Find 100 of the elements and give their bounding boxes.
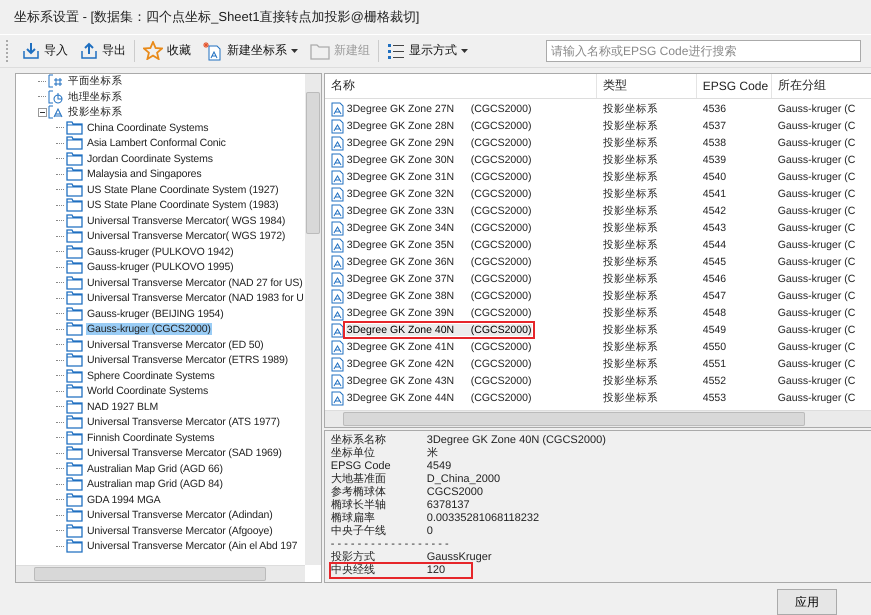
tree-item[interactable]: Universal Transverse Mercator (NAD 27 for US) [86,276,304,289]
tree-item[interactable]: 平面坐标系 [67,74,124,88]
tree-item[interactable]: GDA 1994 MGA [86,494,162,506]
column-header[interactable]: 所在分组 [772,74,871,98]
download-icon [22,42,40,60]
table-cell-text: 投影坐标系 [602,391,659,406]
table-cell[interactable]: 3Degree GK Zone 40N (CGCS2000) [346,324,532,336]
folder-icon [66,120,83,135]
tree-item[interactable]: Malaysia and Singapores [86,168,202,180]
toolbar-button[interactable]: 导出 [76,40,130,62]
table-cell[interactable]: 3Degree GK Zone 29N (CGCS2000) [346,137,532,150]
tree-item[interactable]: Universal Transverse Mercator( WGS 1984) [86,214,286,227]
table-cell[interactable]: 3Degree GK Zone 28N (CGCS2000) [346,120,532,132]
column-header[interactable]: 类型 [596,74,697,98]
table-cell-text: Gauss-kruger (C [776,256,856,268]
tree-item[interactable]: 投影坐标系 [67,105,124,120]
table-cell-text: Gauss-kruger (C [776,137,856,150]
tree-item[interactable]: Universal Transverse Mercator (NAD 1983 for U [86,292,305,304]
property-value: 0.00335281068118232 [426,512,540,525]
tree-item[interactable]: Sphere Coordinate Systems [86,370,216,382]
tree-item[interactable]: Universal Transverse Mercator (Ain el Abd 197 [86,540,298,552]
table-cell[interactable]: 3Degree GK Zone 39N (CGCS2000) [346,307,532,320]
table-cell[interactable]: 3Degree GK Zone 41N (CGCS2000) [346,341,532,354]
table-cell[interactable]: 3Degree GK Zone 33N (CGCS2000) [346,205,532,218]
tree-item[interactable]: Universal Transverse Mercator (Adindan) [86,509,274,522]
tree-item[interactable]: Universal Transverse Mercator (SAD 1969) [86,447,283,460]
property-value: 3Degree GK Zone 40N (CGCS2000) [426,434,606,447]
table-cell-text: 投影坐标系 [602,255,659,270]
document-map-icon [330,322,344,338]
tree-item[interactable]: Universal Transverse Mercator (Afgooye) [86,524,274,537]
table-cell[interactable]: 3Degree GK Zone 34N (CGCS2000) [346,222,532,234]
tree-item[interactable]: Jordan Coordinate Systems [86,152,214,165]
tree-item[interactable]: Australian Map Grid (AGD 66) [86,462,224,475]
tree-item[interactable]: 地理坐标系 [67,90,124,104]
table-cell[interactable]: 3Degree GK Zone 30N (CGCS2000) [346,154,532,166]
toolbar-button[interactable]: 收藏 [139,39,195,62]
document-map-icon [330,170,344,185]
table-cell-text: Gauss-kruger (C [776,103,856,116]
folder-icon [66,260,83,274]
tree-item[interactable]: Australian map Grid (AGD 84) [86,478,224,490]
table-cell-text: 投影坐标系 [602,306,659,320]
table-cell-text: 4538 [702,137,728,150]
tree-item[interactable]: Gauss-kruger (CGCS2000) [86,323,212,336]
apply-button[interactable]: 应用 [777,589,837,615]
table-cell-text: 投影坐标系 [602,374,659,388]
toolbar-button[interactable]: 新建坐标系 [199,38,302,63]
column-header[interactable]: 名称 [324,74,597,98]
collapse-toggle-icon[interactable] [38,108,47,117]
table-cell[interactable]: 3Degree GK Zone 44N (CGCS2000) [346,392,532,404]
tree-item[interactable]: US State Plane Coordinate System (1927) [86,184,280,196]
tree-item[interactable]: Universal Transverse Mercator (ATS 1977) [86,416,281,428]
vertical-scrollbar[interactable] [304,74,321,565]
property-value: 120 [426,564,446,577]
property-label: 中央子午线 [330,524,387,538]
table-cell[interactable]: 3Degree GK Zone 36N (CGCS2000) [346,256,532,268]
column-header[interactable]: EPSG Code [696,74,772,98]
table-cell-text: Gauss-kruger (C [776,307,856,320]
tree-item[interactable]: NAD 1927 BLM [86,400,160,413]
table-cell[interactable]: 3Degree GK Zone 31N (CGCS2000) [346,171,532,184]
property-value: 米 [426,446,438,460]
search-field[interactable]: 请输入名称或EPSG Code进行搜索 [546,40,861,62]
tree-item[interactable]: Universal Transverse Mercator (ED 50) [86,338,265,351]
folder-icon [66,276,83,290]
folder-icon [66,384,83,398]
horizontal-scrollbar[interactable] [16,564,305,582]
folder-icon [66,244,83,259]
table-cell[interactable]: 3Degree GK Zone 32N (CGCS2000) [346,188,532,200]
table-cell[interactable]: 3Degree GK Zone 43N (CGCS2000) [346,375,532,388]
toolbar-button[interactable]: 导入 [18,40,72,62]
table-cell[interactable]: 3Degree GK Zone 37N (CGCS2000) [346,273,532,286]
property-value: GaussKruger [426,550,492,564]
table-cell-text: 4545 [702,256,728,268]
table-cell-text: 4546 [702,273,728,286]
folder-icon [66,368,83,383]
document-map-icon [330,306,344,321]
tree-item[interactable]: China Coordinate Systems [86,122,210,134]
table-cell-text: 4536 [702,103,728,116]
table-cell[interactable]: 3Degree GK Zone 27N (CGCS2000) [346,103,532,116]
toolbar-button[interactable]: 显示方式 [383,40,472,62]
tree-item[interactable]: Finnish Coordinate Systems [86,432,216,444]
tree-item[interactable]: Asia Lambert Conformal Conic [86,137,227,150]
table-cell[interactable]: 3Degree GK Zone 38N (CGCS2000) [346,290,532,302]
table-cell[interactable]: 3Degree GK Zone 42N (CGCS2000) [346,358,532,370]
folder-icon [66,167,83,182]
folder-icon [66,415,83,430]
table-cell-text: 投影坐标系 [602,187,659,202]
tree-item[interactable]: Gauss-kruger (PULKOVO 1995) [86,261,235,274]
tree-item[interactable]: US State Plane Coordinate System (1983) [86,199,280,212]
tree-item[interactable]: Universal Transverse Mercator (ETRS 1989) [86,354,289,366]
tree-item[interactable]: Gauss-kruger (PULKOVO 1942) [86,246,235,258]
table-cell[interactable]: 3Degree GK Zone 35N (CGCS2000) [346,239,532,252]
table-cell-text: Gauss-kruger (C [776,290,856,302]
folder-icon [66,508,83,522]
tree-item[interactable]: Gauss-kruger (BEIJING 1954) [86,308,225,320]
horizontal-scrollbar[interactable] [324,410,871,427]
tree-item[interactable]: World Coordinate Systems [86,385,210,398]
tree-item[interactable]: Universal Transverse Mercator( WGS 1972) [86,230,286,242]
map-folder-icon [48,105,64,120]
document-map-icon [330,136,344,151]
table-cell-text: Gauss-kruger (C [776,358,856,370]
